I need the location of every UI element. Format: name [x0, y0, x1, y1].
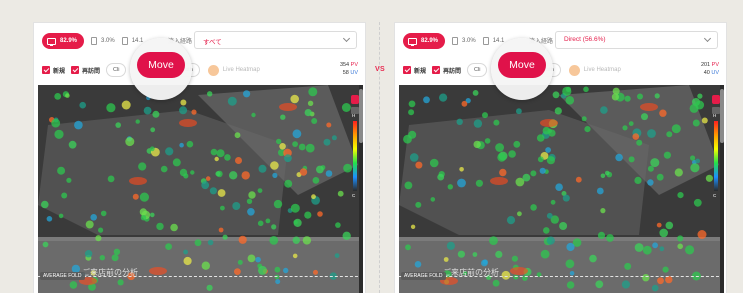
- chevron-down-icon: [342, 34, 351, 43]
- source-select[interactable]: すべて: [194, 31, 357, 49]
- heat-legend: H C: [351, 95, 359, 198]
- pv-uv-stats: 201 PV 40 UV: [701, 61, 719, 77]
- move-lens-right[interactable]: Move: [491, 38, 553, 100]
- heatmap-panel-left: 82.9% 3.0% 14.1 流入経路 すべて 新規 再訪問 Cli Path…: [33, 22, 366, 293]
- checkbox-icon: [42, 66, 50, 74]
- monitor-icon: [408, 37, 417, 46]
- tablet-icon: [91, 37, 98, 45]
- new-visitor-checkbox[interactable]: 新規: [42, 66, 65, 75]
- pv-unit: PV: [711, 62, 719, 68]
- live-heatmap-toggle[interactable]: Live Heatmap: [568, 64, 621, 76]
- heat-legend: H C: [712, 95, 720, 198]
- legend-toggle-button[interactable]: [351, 95, 359, 104]
- heat-color-scale: [714, 121, 718, 191]
- source-select-value: すべて: [203, 39, 222, 46]
- return-visitor-label: 再訪問: [443, 68, 462, 75]
- move-lens-left[interactable]: Move: [130, 38, 192, 100]
- desktop-pct: 82.9%: [60, 38, 78, 44]
- tablet-icon: [452, 37, 459, 45]
- mobile-device-button[interactable]: 14.1: [121, 37, 143, 45]
- heatmap-viewport[interactable]: ご来店前の分析 AVERAGE FOLD H C: [38, 85, 363, 293]
- chevron-down-icon: [703, 34, 712, 43]
- click-mode-chip[interactable]: Cli: [467, 63, 488, 77]
- desktop-device-button[interactable]: 82.9%: [403, 33, 446, 49]
- pv-count: 354: [339, 62, 350, 68]
- desktop-device-button[interactable]: 82.9%: [42, 33, 85, 49]
- compare-divider: [379, 22, 380, 293]
- tablet-device-button[interactable]: 3.0%: [452, 37, 476, 45]
- click-mode-chip[interactable]: Cli: [106, 63, 127, 77]
- legend-low-label: C: [352, 193, 356, 198]
- tablet-pct: 3.0%: [101, 38, 115, 44]
- desktop-pct: 82.9%: [421, 38, 439, 44]
- return-visitor-checkbox[interactable]: 再訪問: [432, 66, 461, 75]
- heatmap-panel-right: 82.9% 3.0% 14.1 流入経路 Direct (56.6%) 新規 再…: [394, 22, 727, 293]
- new-visitor-label: 新規: [414, 68, 427, 75]
- heatmap-scrollbar[interactable]: [359, 85, 363, 293]
- heatmap-scrollbar[interactable]: [720, 85, 724, 293]
- phone-icon: [121, 37, 128, 45]
- return-visitor-label: 再訪問: [82, 68, 101, 75]
- pv-count: 201: [700, 62, 711, 68]
- legend-high-label: H: [713, 113, 717, 118]
- source-select-value: Direct (56.6%): [564, 36, 606, 43]
- uv-count: 40: [703, 70, 710, 76]
- device-selector: 82.9% 3.0% 14.1: [403, 32, 504, 50]
- mobile-device-button[interactable]: 14.1: [482, 37, 504, 45]
- pv-uv-stats: 354 PV 58 UV: [340, 61, 358, 77]
- average-fold-line: [399, 276, 724, 277]
- heatmap-background: [399, 85, 724, 293]
- checkbox-icon: [432, 66, 441, 74]
- source-select[interactable]: Direct (56.6%): [555, 31, 718, 49]
- average-fold-line: [38, 276, 363, 277]
- vs-label: VS: [375, 66, 385, 73]
- legend-high-label: H: [352, 113, 356, 118]
- heat-color-scale: [353, 121, 357, 191]
- monitor-icon: [47, 37, 56, 46]
- tablet-device-button[interactable]: 3.0%: [91, 37, 115, 45]
- phone-icon: [482, 37, 489, 45]
- checkbox-icon: [403, 66, 411, 74]
- live-heatmap-label: Live Heatmap: [583, 67, 621, 73]
- average-fold-tag: AVERAGE FOLD: [401, 272, 446, 280]
- legend-low-label: C: [713, 193, 717, 198]
- new-visitor-checkbox[interactable]: 新規: [403, 66, 426, 75]
- average-fold-tag: AVERAGE FOLD: [40, 272, 85, 280]
- live-heatmap-toggle[interactable]: Live Heatmap: [207, 64, 260, 76]
- scrollbar-thumb[interactable]: [359, 89, 363, 143]
- legend-toggle-button[interactable]: [712, 95, 720, 104]
- device-selector: 82.9% 3.0% 14.1: [42, 32, 143, 50]
- tablet-pct: 3.0%: [462, 38, 476, 44]
- heatmap-viewport[interactable]: ご来店前の分析 AVERAGE FOLD H C: [399, 85, 724, 293]
- heatmap-background: [38, 85, 363, 293]
- live-icon: [207, 64, 219, 76]
- live-heatmap-label: Live Heatmap: [222, 67, 260, 73]
- move-button[interactable]: Move: [137, 52, 185, 78]
- scrollbar-thumb[interactable]: [720, 89, 724, 143]
- new-visitor-label: 新規: [53, 68, 66, 75]
- pv-unit: PV: [350, 62, 358, 68]
- move-button[interactable]: Move: [498, 52, 546, 78]
- live-icon: [568, 64, 580, 76]
- checkbox-icon: [71, 66, 80, 74]
- uv-count: 58: [342, 70, 349, 76]
- return-visitor-checkbox[interactable]: 再訪問: [71, 66, 100, 75]
- uv-unit: UV: [711, 70, 719, 76]
- uv-unit: UV: [350, 70, 358, 76]
